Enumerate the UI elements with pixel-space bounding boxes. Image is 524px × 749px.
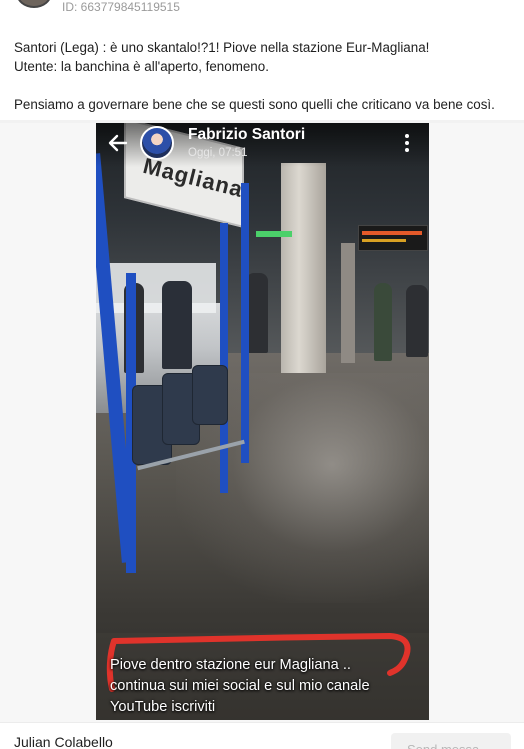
departure-display xyxy=(358,225,428,251)
person xyxy=(246,273,268,353)
post-line-2: Utente: la banchina è all'aperto, fenome… xyxy=(14,59,269,74)
channel-avatar[interactable] xyxy=(140,126,174,160)
post-line-1: Santori (Lega) : è uno skantalo!?1! Piov… xyxy=(14,40,430,55)
video-timestamp: Oggi, 07:51 xyxy=(188,147,248,159)
blue-pole xyxy=(241,183,249,463)
video-caption: Piove dentro stazione eur Magliana .. co… xyxy=(110,655,420,718)
post-id: ID: 663779845119515 xyxy=(62,0,180,14)
author-avatar[interactable] xyxy=(16,0,52,8)
more-vertical-icon[interactable] xyxy=(401,133,413,153)
person xyxy=(406,285,428,357)
post-line-3: Pensiamo a governare bene che se questi … xyxy=(14,97,495,112)
video-frame[interactable]: Magliana Fabrizio Santori Oggi, 07:51 Pi… xyxy=(96,123,429,720)
post-header: ID: 663779845119515 xyxy=(0,0,524,22)
person xyxy=(162,281,192,369)
caption-line-3: YouTube iscriviti xyxy=(110,699,216,715)
caption-line-2: continua sui miei social e sul mio canal… xyxy=(110,678,370,694)
back-arrow-icon[interactable] xyxy=(106,131,130,155)
person xyxy=(374,283,392,361)
send-message-button[interactable]: Send messa xyxy=(391,733,511,749)
post-text: Santori (Lega) : è uno skantalo!?1! Piov… xyxy=(14,38,514,114)
commenter-name[interactable]: Julian Colabello xyxy=(14,734,113,749)
bench-seat xyxy=(192,365,228,425)
blue-pole xyxy=(220,223,228,493)
caption-line-1: Piove dentro stazione eur Magliana .. xyxy=(110,657,351,673)
divider xyxy=(0,722,524,723)
channel-name[interactable]: Fabrizio Santori xyxy=(188,126,305,144)
